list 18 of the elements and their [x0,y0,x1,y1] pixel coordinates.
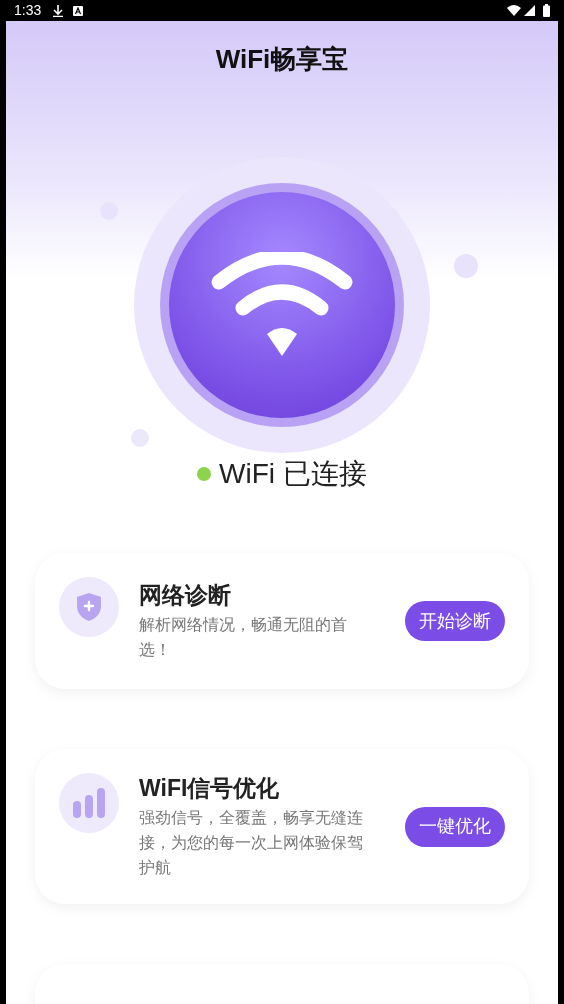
shield-plus-icon [76,592,102,622]
wifi-icon [507,5,521,16]
font-icon [73,5,84,16]
card-description: 解析网络情况，畅通无阻的首选！ [139,615,348,660]
bubble [454,254,478,278]
action-button[interactable]: 开始诊断 [405,601,505,641]
connection-status: WiFi 已连接 [219,457,367,491]
card-description: 强劲信号，全覆盖，畅享无缝连接，为您的每一次上网体验保驾护航 [139,808,364,878]
battery-icon [543,4,550,17]
signal-icon [524,5,535,16]
card-title: 网络诊断 [139,581,232,610]
card-title: WiFI信号优化 [139,774,281,803]
signal-bars-icon [72,787,106,819]
action-button[interactable]: 一键优化 [405,806,505,847]
download-icon [53,4,64,17]
app-title: WiFi畅享宝 [215,43,349,76]
wifi-icon [211,252,353,358]
status-time: 1:33 [14,1,42,20]
